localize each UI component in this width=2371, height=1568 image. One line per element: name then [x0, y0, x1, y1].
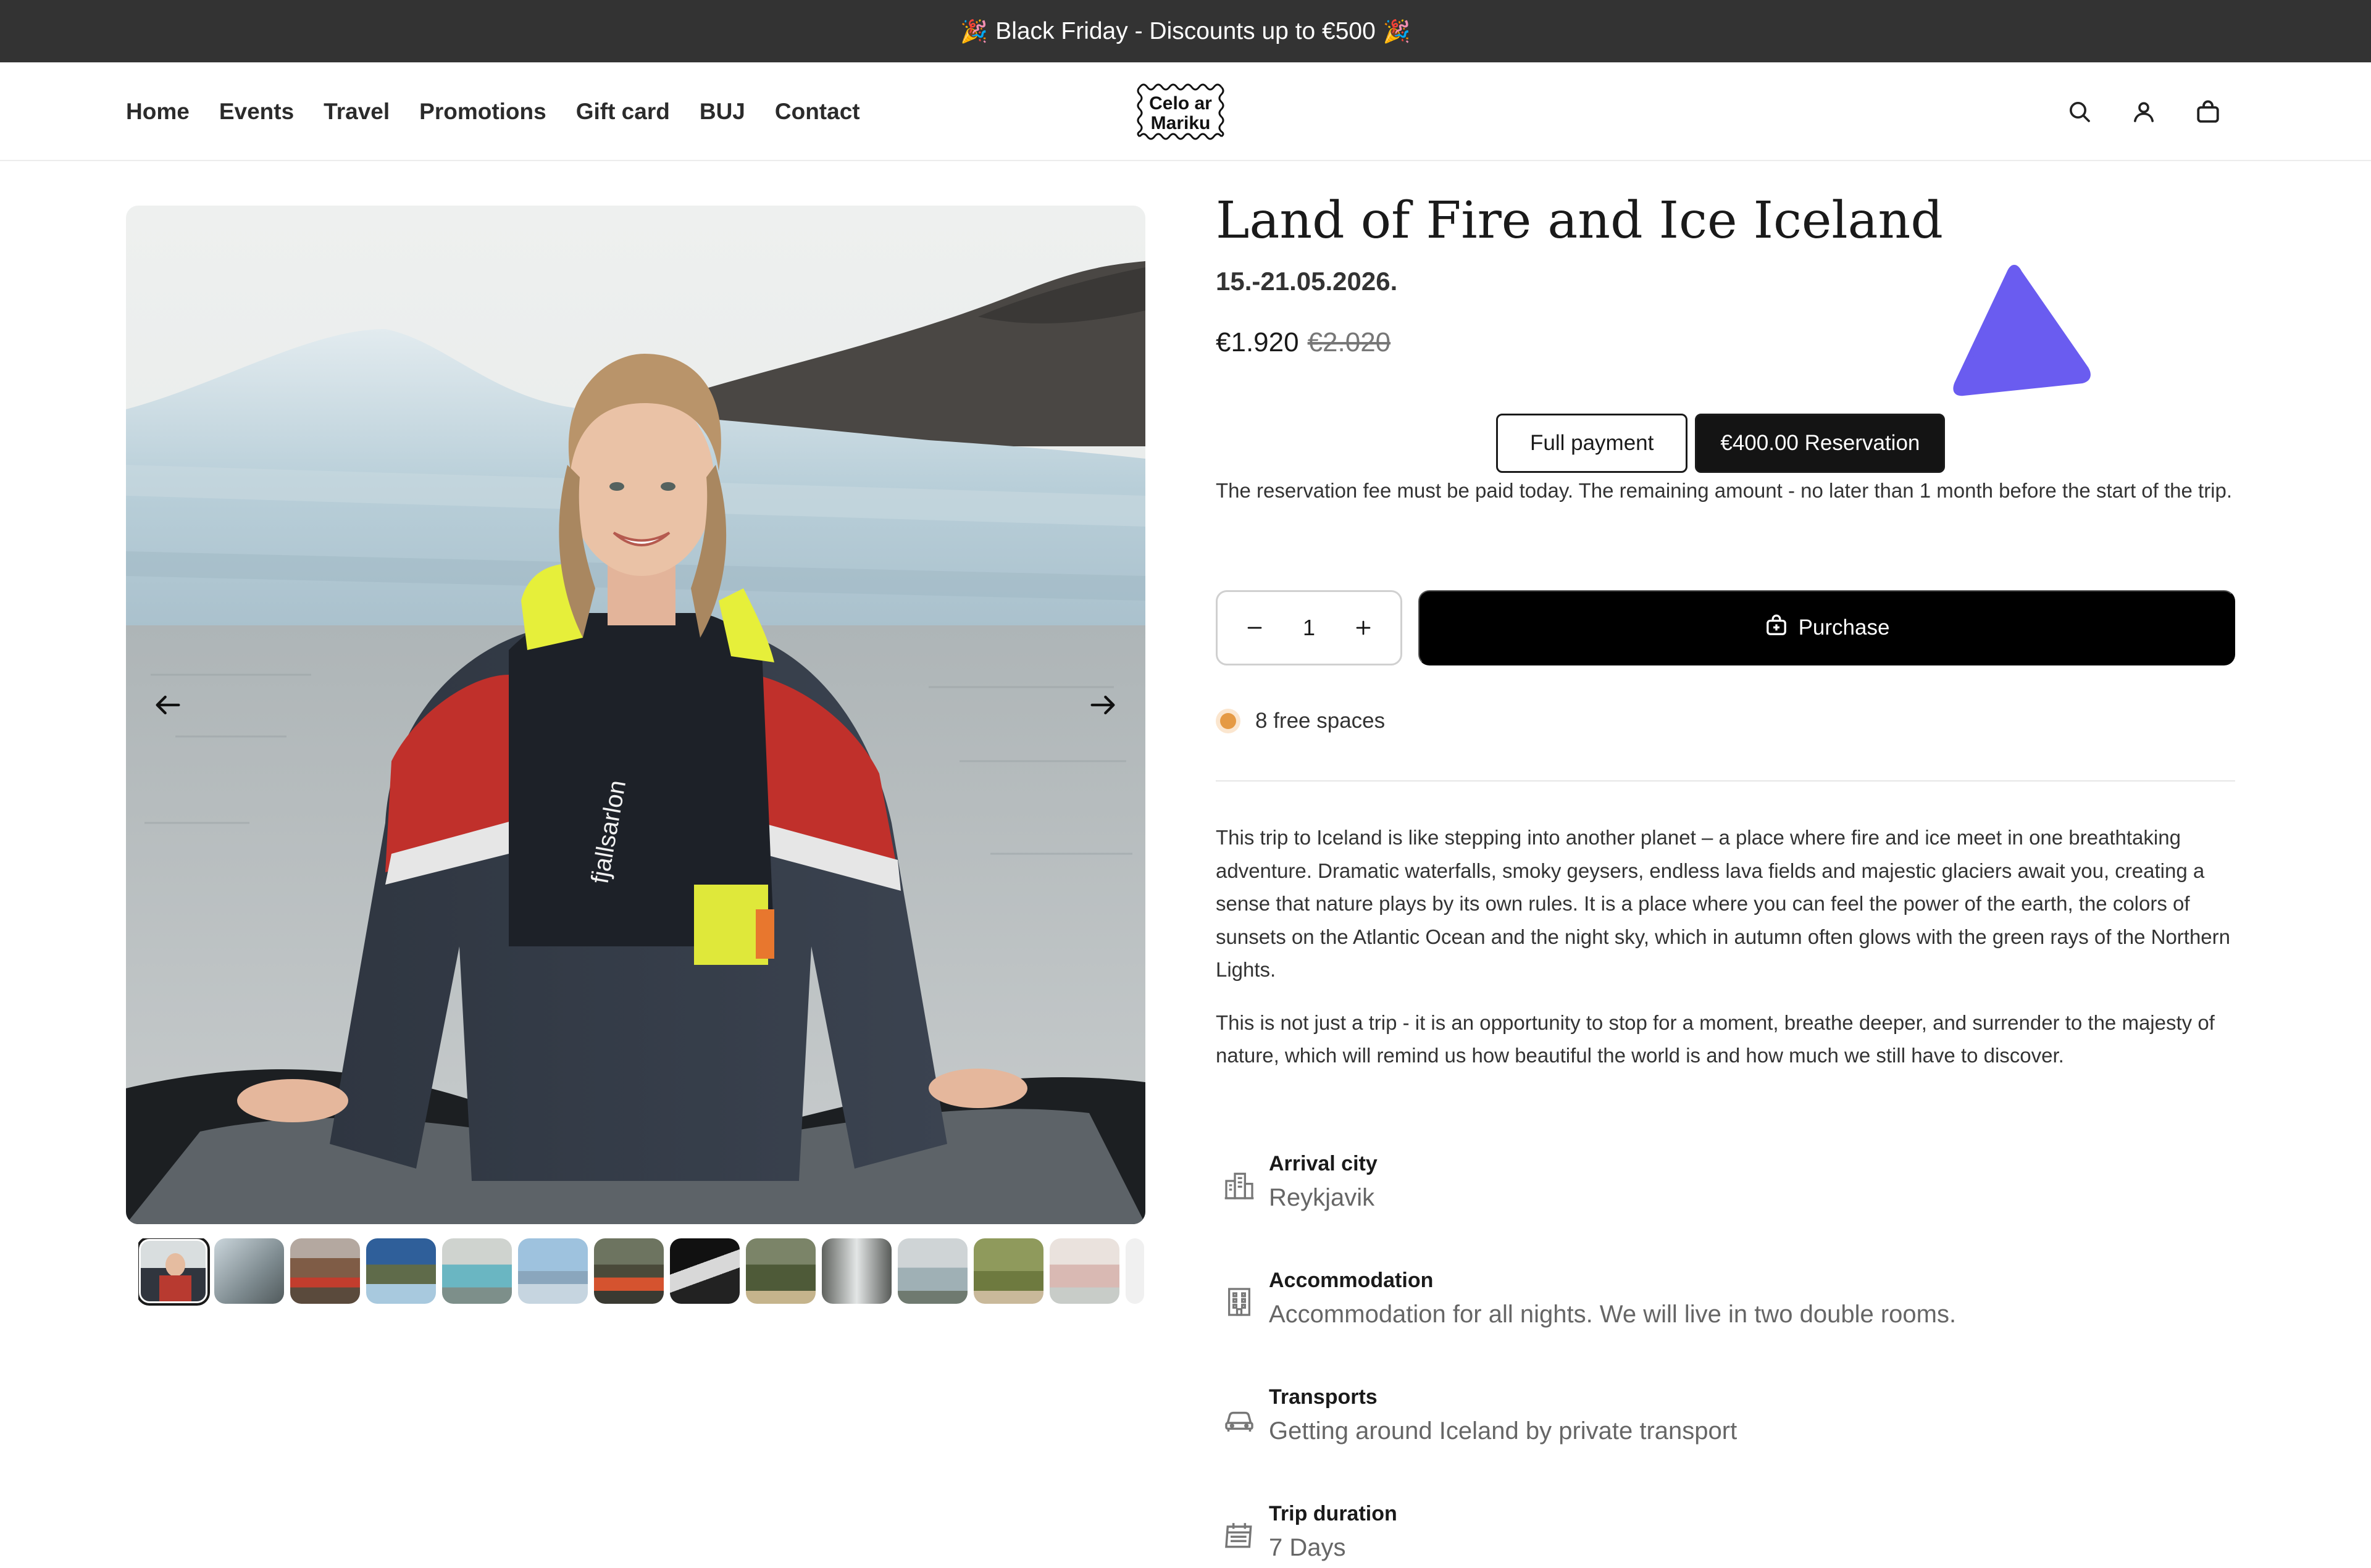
- detail-label: Trip duration: [1269, 1502, 1397, 1525]
- thumbnail-1[interactable]: [138, 1238, 210, 1306]
- nav-events[interactable]: Events: [219, 99, 294, 125]
- nav-home[interactable]: Home: [126, 99, 190, 125]
- announcement-bar: 🎉 Black Friday - Discounts up to €500 🎉: [0, 0, 2371, 62]
- detail-arrival-city: Arrival city Reykjavik: [1216, 1149, 2235, 1266]
- detail-value: Reykjavik: [1269, 1184, 1375, 1211]
- price-old: €2.020: [1307, 327, 1391, 357]
- thumbnail-12[interactable]: [974, 1238, 1043, 1304]
- thumbnail-4[interactable]: [366, 1238, 436, 1304]
- thumbnail-6[interactable]: [518, 1238, 588, 1304]
- logo-stamp-icon: Celo ar Mariku: [1137, 83, 1224, 140]
- minus-icon[interactable]: [1241, 614, 1268, 641]
- city-icon: [1221, 1167, 1258, 1204]
- product-title: Land of Fire and Ice Iceland: [1216, 191, 1943, 250]
- cart-icon[interactable]: [2193, 97, 2223, 127]
- price-current: €1.920: [1216, 327, 1299, 357]
- nav-contact[interactable]: Contact: [775, 99, 860, 125]
- gallery-prev-arrow-icon[interactable]: [148, 685, 188, 725]
- section-divider: [1216, 780, 2235, 782]
- trip-details: Arrival city Reykjavik Accommodation Acc…: [1216, 1149, 2235, 1568]
- detail-transports: Transports Getting around Iceland by pri…: [1216, 1383, 2235, 1499]
- product-description: This trip to Iceland is like stepping in…: [1216, 821, 2235, 1072]
- account-icon[interactable]: [2129, 97, 2159, 127]
- glacier-boat-photo: fjallsarlon: [126, 206, 1145, 1224]
- logo-line-1: Celo ar: [1149, 93, 1212, 114]
- announcement-text: Black Friday - Discounts up to €500: [995, 17, 1376, 44]
- hotel-icon: [1221, 1283, 1258, 1320]
- party-emoji-icon: 🎉: [960, 18, 989, 44]
- site-header: Home Events Travel Promotions Gift card …: [0, 62, 2371, 161]
- thumbnail-10[interactable]: [822, 1238, 892, 1304]
- thumbnail-8[interactable]: [670, 1238, 740, 1304]
- thumbnail-14[interactable]: [1126, 1238, 1144, 1304]
- bag-plus-icon: [1764, 613, 1789, 643]
- nav-buj[interactable]: BUJ: [700, 99, 745, 125]
- thumbnail-9[interactable]: [746, 1238, 816, 1304]
- nav-travel[interactable]: Travel: [324, 99, 390, 125]
- thumbnail-2[interactable]: [214, 1238, 284, 1304]
- gallery-next-arrow-icon[interactable]: [1083, 685, 1123, 725]
- thumbnail-3[interactable]: [290, 1238, 360, 1304]
- nav-promotions[interactable]: Promotions: [419, 99, 546, 125]
- quantity-stepper: 1: [1216, 590, 1402, 665]
- pointer-cursor-icon: [1953, 265, 2091, 396]
- price: €1.920 €2.020: [1216, 327, 1390, 358]
- purchase-label: Purchase: [1798, 615, 1890, 640]
- site-logo[interactable]: Celo ar Mariku: [1136, 81, 1225, 143]
- payment-options: Full payment €400.00 Reservation: [1496, 414, 1946, 473]
- detail-label: Transports: [1269, 1385, 1378, 1409]
- detail-label: Accommodation: [1269, 1269, 1434, 1292]
- purchase-button[interactable]: Purchase: [1418, 590, 2235, 665]
- availability-text: 8 free spaces: [1255, 709, 1386, 733]
- reservation-payment-button[interactable]: €400.00 Reservation: [1695, 414, 1946, 473]
- plus-icon[interactable]: [1350, 614, 1377, 641]
- thumbnail-13[interactable]: [1050, 1238, 1119, 1304]
- calendar-icon: [1221, 1517, 1258, 1554]
- availability-dot-icon: [1216, 709, 1240, 733]
- detail-value: Getting around Iceland by private transp…: [1269, 1417, 1737, 1445]
- availability: 8 free spaces: [1216, 709, 1385, 733]
- product-main-image[interactable]: fjallsarlon: [126, 206, 1145, 1224]
- thumbnail-7[interactable]: [594, 1238, 664, 1304]
- search-icon[interactable]: [2065, 97, 2094, 127]
- main-nav: Home Events Travel Promotions Gift card …: [126, 62, 860, 161]
- nav-gift-card[interactable]: Gift card: [576, 99, 670, 125]
- party-emoji-icon: 🎉: [1382, 18, 1411, 44]
- detail-trip-duration: Trip duration 7 Days: [1216, 1499, 2235, 1568]
- reservation-note: The reservation fee must be paid today. …: [1216, 479, 2233, 502]
- trip-dates: 15.-21.05.2026.: [1216, 267, 1398, 296]
- detail-accommodation: Accommodation Accommodation for all nigh…: [1216, 1266, 2235, 1383]
- detail-label: Arrival city: [1269, 1152, 1378, 1175]
- header-actions: [2065, 62, 2223, 161]
- thumbnail-5[interactable]: [442, 1238, 512, 1304]
- car-icon: [1221, 1400, 1258, 1437]
- description-paragraph: This is not just a trip - it is an oppor…: [1216, 1011, 2215, 1067]
- detail-value: 7 Days: [1269, 1534, 1346, 1561]
- logo-line-2: Mariku: [1151, 113, 1211, 133]
- thumbnail-11[interactable]: [898, 1238, 968, 1304]
- detail-value: Accommodation for all nights. We will li…: [1269, 1301, 1957, 1328]
- full-payment-button[interactable]: Full payment: [1496, 414, 1688, 473]
- gallery-thumbnails: [138, 1238, 1145, 1307]
- description-paragraph: This trip to Iceland is like stepping in…: [1216, 826, 2230, 981]
- quantity-value[interactable]: 1: [1303, 615, 1315, 641]
